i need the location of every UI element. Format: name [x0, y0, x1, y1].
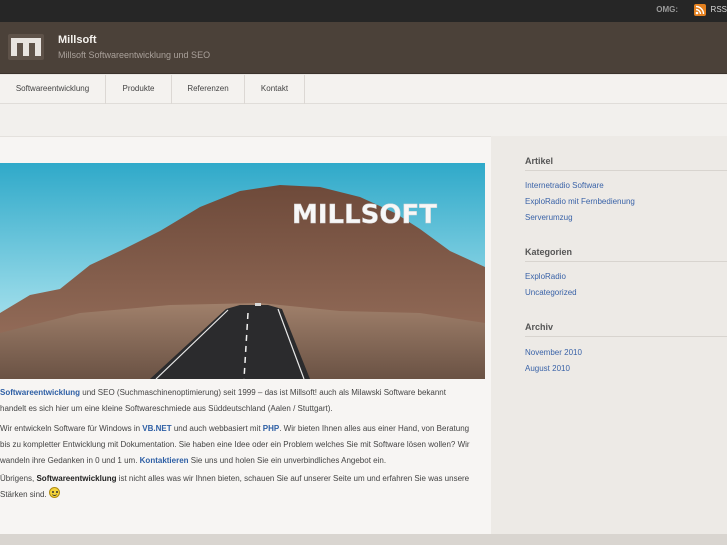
link-php[interactable]: PHP — [263, 424, 279, 433]
millsoft-logo-icon[interactable] — [8, 34, 44, 60]
services-paragraph: Wir entwickeln Software für Windows in V… — [0, 421, 470, 469]
hero-image: MILLSOFT — [0, 163, 485, 379]
widget-divider — [525, 170, 727, 171]
intro-paragraph: Softwareentwicklung und SEO (Suchmaschin… — [0, 385, 470, 417]
site-header: Millsoft Millsoft Softwareentwicklung un… — [0, 22, 727, 74]
nav-item-produkte[interactable]: Produkte — [106, 75, 172, 104]
services-text-2: und auch webbasiert mit — [171, 424, 263, 433]
link-vbnet[interactable]: VB.NET — [142, 424, 171, 433]
link-kontaktieren[interactable]: Kontaktieren — [140, 456, 189, 465]
widget-title-artikel: Artikel — [525, 156, 554, 166]
sidebar-link-category-exploradio[interactable]: ExploRadio — [525, 272, 566, 281]
link-softwareentwicklung[interactable]: Softwareentwicklung — [0, 388, 80, 397]
nav-item-kontakt[interactable]: Kontakt — [245, 75, 305, 104]
sidebar-link-archive-nov-2010[interactable]: November 2010 — [525, 348, 582, 357]
header-band — [0, 104, 727, 136]
rss-link[interactable]: RSS — [711, 5, 727, 14]
sidebar-link-internetradio[interactable]: Internetradio Software — [525, 181, 604, 190]
omg-label: OMG: — [656, 5, 678, 14]
main-nav: Softwareentwicklung Produkte Referenzen … — [0, 75, 727, 104]
outro-bold-softwareentwicklung: Softwareentwicklung — [36, 474, 117, 483]
main-content: MILLSOFT Softwareentwicklung und SEO (Su… — [0, 136, 491, 534]
widget-divider — [525, 336, 727, 337]
top-bar: OMG: RSS — [0, 0, 727, 22]
sidebar-link-archive-aug-2010[interactable]: August 2010 — [525, 364, 570, 373]
outro-text-1: Übrigens, — [0, 474, 37, 483]
services-text-4: Sie uns und holen Sie ein unverbindliche… — [188, 456, 387, 465]
widget-title-kategorien: Kategorien — [525, 247, 573, 257]
outro-paragraph: Übrigens, Softwareentwicklung ist nicht … — [0, 471, 470, 503]
sidebar: Artikel Internetradio Software ExploRadi… — [491, 136, 727, 534]
nav-item-referenzen[interactable]: Referenzen — [172, 75, 245, 104]
widget-title-archiv: Archiv — [525, 322, 554, 332]
services-text-1: Wir entwickeln Software für Windows in — [0, 424, 143, 433]
sidebar-link-exploradio-fernbedienung[interactable]: ExploRadio mit Fernbedienung — [525, 197, 635, 206]
nav-item-softwareentwicklung[interactable]: Softwareentwicklung — [0, 75, 106, 104]
widget-divider — [525, 261, 727, 262]
smiley-icon — [48, 487, 60, 498]
rss-icon[interactable] — [694, 4, 706, 16]
sidebar-link-category-uncategorized[interactable]: Uncategorized — [525, 288, 577, 297]
site-tagline: Millsoft Softwareentwicklung und SEO — [58, 50, 211, 60]
site-title[interactable]: Millsoft — [58, 34, 97, 46]
footer-strip — [0, 534, 727, 545]
sidebar-link-serverumzug[interactable]: Serverumzug — [525, 213, 573, 222]
hero-sign-text: MILLSOFT — [292, 200, 437, 230]
